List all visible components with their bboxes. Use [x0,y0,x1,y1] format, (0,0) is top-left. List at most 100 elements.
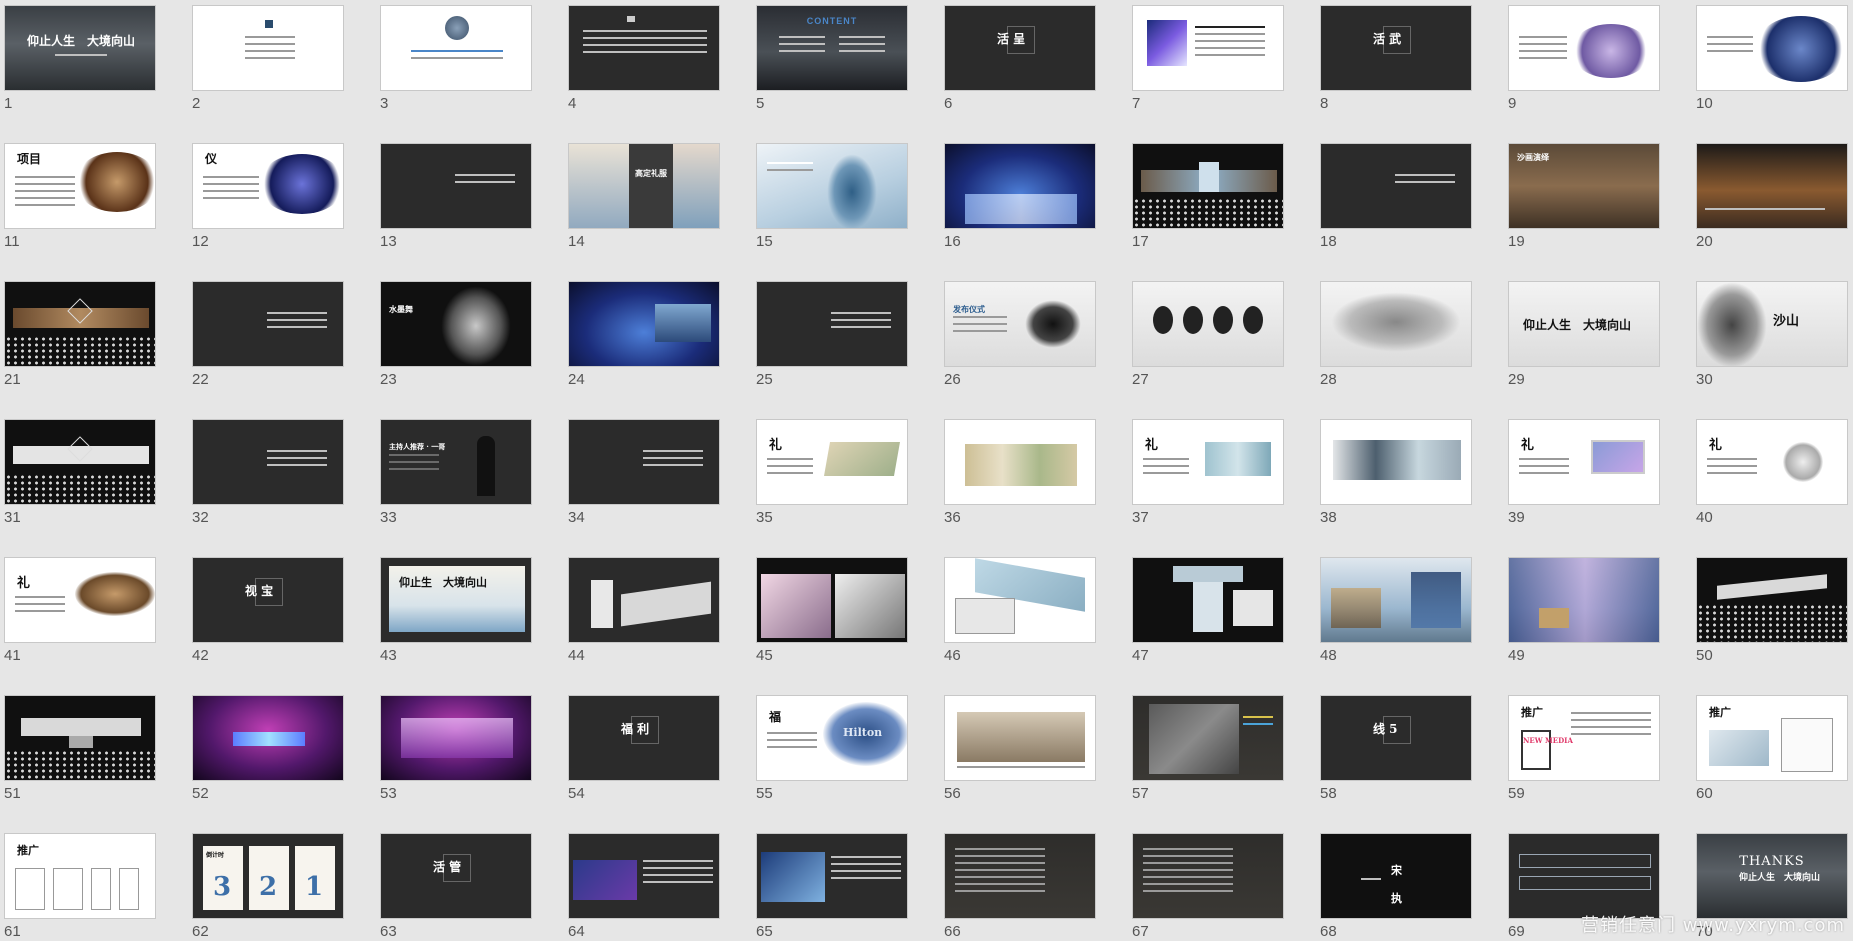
slide-thumbnail[interactable] [568,833,720,919]
slide-thumbnail[interactable]: 福 Hilton [756,695,908,781]
slide-thumbnail[interactable]: 礼 [4,557,156,643]
slide-thumbnail[interactable]: THANKS 仰止人生 大境向山 [1696,833,1848,919]
slide-sorter-grid: 仰止人生 大境向山 1 2 3 4 CONTENT 5 活 呈 6 7 活 武 … [4,5,1848,941]
slide-thumbnail[interactable]: 发布仪式 [944,281,1096,367]
slide-thumbnail[interactable] [1320,419,1472,505]
slide-thumbnail[interactable] [756,143,908,229]
slide-thumbnail[interactable]: 高定礼服 [568,143,720,229]
slide-thumbnail[interactable] [1132,281,1284,367]
slide-thumbnail[interactable] [944,143,1096,229]
slide-thumbnail[interactable] [380,143,532,229]
slide-number: 52 [192,785,209,802]
slide-thumbnail[interactable] [380,5,532,91]
slide-number: 42 [192,647,209,664]
slide-cell: 32 [192,419,344,557]
slide-cell: 17 [1132,143,1284,281]
slide-thumbnail[interactable] [1696,5,1848,91]
slide-thumbnail[interactable]: 礼 [1696,419,1848,505]
slide-thumbnail[interactable]: 福 利 [568,695,720,781]
slide-thumbnail[interactable]: 线 5 [1320,695,1472,781]
slide-thumbnail[interactable]: 主持人推荐 · 一哥 [380,419,532,505]
slide-title: 推广 [17,844,39,857]
slide-title: 仰止人生 大境向山 [27,34,136,48]
slide-number: 35 [756,509,773,526]
slide-number: 62 [192,923,209,940]
slide-thumbnail[interactable] [4,281,156,367]
slide-number: 5 [756,95,765,112]
slide-thumbnail[interactable] [192,5,344,91]
slide-thumbnail[interactable]: 礼 [1508,419,1660,505]
slide-thumbnail[interactable] [1696,143,1848,229]
slide-thumbnail[interactable] [1132,5,1284,91]
slide-thumbnail[interactable]: 仰止人生 大境向山 [1508,281,1660,367]
slide-cell: 13 [380,143,532,281]
slide-thumbnail[interactable] [944,419,1096,505]
slide-thumbnail[interactable]: 视 宝 [192,557,344,643]
slide-thumbnail[interactable] [756,281,908,367]
slide-title: 项目 [17,152,42,166]
slide-thumbnail[interactable] [192,419,344,505]
slide-cell: 57 [1132,695,1284,833]
slide-cell: 66 [944,833,1096,941]
slide-thumbnail[interactable] [944,833,1096,919]
slide-thumbnail[interactable]: 仰止生 大境向山 [380,557,532,643]
slide-cell: 礼 35 [756,419,908,557]
slide-thumbnail[interactable] [192,695,344,781]
slide-thumbnail[interactable] [1132,695,1284,781]
slide-thumbnail[interactable] [1696,557,1848,643]
slide-thumbnail[interactable] [568,281,720,367]
slide-cell: 视 宝 42 [192,557,344,695]
slide-thumbnail[interactable]: 活 呈 [944,5,1096,91]
slide-thumbnail[interactable]: 水墨舞 [380,281,532,367]
slide-thumbnail[interactable]: 推广 [4,833,156,919]
slide-number: 58 [1320,785,1337,802]
slide-cell: 46 [944,557,1096,695]
slide-thumbnail[interactable] [192,281,344,367]
slide-thumbnail[interactable]: 礼 [756,419,908,505]
slide-thumbnail[interactable]: 仪 [192,143,344,229]
slide-number: 3 [380,95,389,112]
slide-thumbnail[interactable]: 倒计时 3 2 1 [192,833,344,919]
slide-thumbnail[interactable]: 礼 [1132,419,1284,505]
slide-thumbnail[interactable]: 宋 执 [1320,833,1472,919]
slide-number: 31 [4,509,21,526]
slide-thumbnail[interactable] [1320,281,1472,367]
slide-thumbnail[interactable] [1508,557,1660,643]
slide-thumbnail[interactable] [1320,557,1472,643]
slide-thumbnail[interactable] [1132,833,1284,919]
slide-thumbnail[interactable] [1508,5,1660,91]
slide-thumbnail[interactable]: 项目 [4,143,156,229]
slide-thumbnail[interactable] [944,695,1096,781]
countdown-digit: 1 [305,872,324,902]
slide-thumbnail[interactable] [756,833,908,919]
slide-thumbnail[interactable] [380,695,532,781]
slide-thumbnail[interactable] [1508,833,1660,919]
slide-thumbnail[interactable] [568,5,720,91]
slide-thumbnail[interactable] [4,695,156,781]
slide-thumbnail[interactable]: 沙山 [1696,281,1848,367]
slide-thumbnail[interactable] [1132,557,1284,643]
slide-thumbnail[interactable] [756,557,908,643]
slide-number: 56 [944,785,961,802]
slide-number: 37 [1132,509,1149,526]
slide-title: 活 管 [433,860,462,874]
slide-thumbnail[interactable] [568,419,720,505]
slide-thumbnail[interactable] [944,557,1096,643]
new-media-badge: NEW MEDIA [1523,736,1573,745]
slide-thumbnail[interactable] [4,419,156,505]
slide-thumbnail[interactable]: 推广 [1696,695,1848,781]
slide-title: 水墨舞 [389,304,413,314]
slide-thumbnail[interactable]: 活 武 [1320,5,1472,91]
slide-thumbnail[interactable] [568,557,720,643]
slide-thumbnail[interactable] [1132,143,1284,229]
slide-cell: 仰止人生 大境向山 1 [4,5,156,143]
slide-thumbnail[interactable] [1320,143,1472,229]
slide-number: 8 [1320,95,1329,112]
slide-cell: 53 [380,695,532,833]
slide-thumbnail[interactable]: 推广 NEW MEDIA [1508,695,1660,781]
slide-thumbnail[interactable]: 活 管 [380,833,532,919]
slide-thumbnail[interactable]: 沙画演绎 [1508,143,1660,229]
slide-number: 59 [1508,785,1525,802]
slide-thumbnail[interactable]: CONTENT [756,5,908,91]
slide-thumbnail[interactable]: 仰止人生 大境向山 [4,5,156,91]
